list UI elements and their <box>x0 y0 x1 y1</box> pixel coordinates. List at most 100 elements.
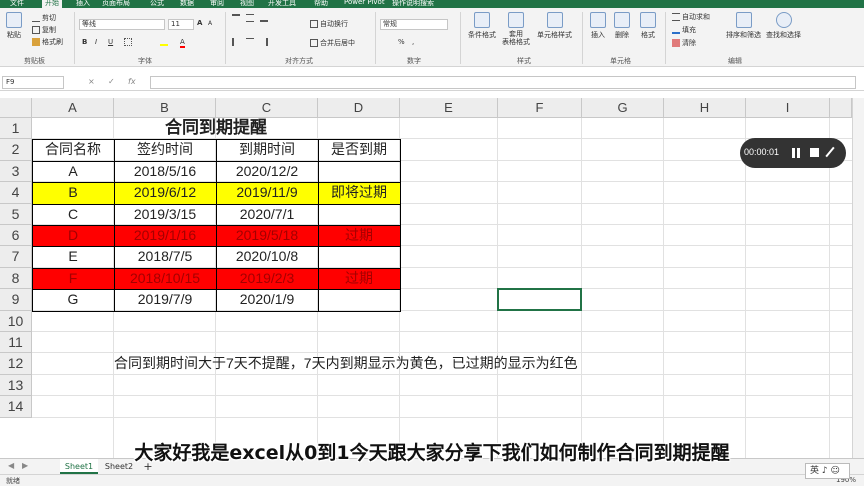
table-cell-name[interactable]: F <box>32 268 114 289</box>
menu-tab-0[interactable]: 文件 <box>10 0 24 8</box>
row-header-14[interactable]: 14 <box>0 396 32 418</box>
fx-icon[interactable]: fx <box>128 76 136 87</box>
menu-tab-7[interactable]: 视图 <box>240 0 254 8</box>
cancel-icon[interactable]: × <box>88 76 95 87</box>
table-cell-status[interactable] <box>318 204 400 225</box>
sort-filter-button[interactable]: 排序和筛选 <box>726 12 761 40</box>
table-cell-name[interactable]: C <box>32 204 114 225</box>
table-cell-status[interactable] <box>318 289 400 310</box>
table-cell-expire[interactable]: 2020/12/2 <box>216 161 318 182</box>
align-middle-button[interactable] <box>246 14 256 22</box>
table-cell-status[interactable]: 即将过期 <box>318 182 400 203</box>
underline-button[interactable]: U <box>108 38 113 46</box>
menu-tab-10[interactable]: Power Pivot <box>344 0 385 6</box>
header-cell[interactable]: 是否到期 <box>318 139 400 160</box>
header-cell[interactable]: 合同名称 <box>32 139 114 160</box>
table-cell-sign[interactable]: 2018/7/5 <box>114 246 216 267</box>
table-cell-expire[interactable]: 2019/5/18 <box>216 225 318 246</box>
number-format-select[interactable]: 常规 <box>380 19 448 30</box>
italic-button[interactable]: I <box>95 38 97 46</box>
stop-icon[interactable] <box>810 148 819 157</box>
column-header-i[interactable]: I <box>746 98 830 118</box>
autosum-button[interactable]: 自动求和 <box>672 12 710 22</box>
select-all-corner[interactable] <box>0 98 32 118</box>
merge-center-button[interactable]: 合并后居中 <box>310 38 355 48</box>
font-size-select[interactable]: 11 <box>168 19 194 30</box>
borders-button[interactable] <box>124 38 134 46</box>
table-cell-expire[interactable]: 2020/7/1 <box>216 204 318 225</box>
row-header-4[interactable]: 4 <box>0 182 32 204</box>
table-cell-name[interactable]: A <box>32 161 114 182</box>
menu-tab-8[interactable]: 开发工具 <box>268 0 296 8</box>
table-cell-expire[interactable]: 2020/1/9 <box>216 289 318 310</box>
column-header-f[interactable]: F <box>498 98 582 118</box>
align-center-button[interactable] <box>246 38 256 46</box>
delete-cells-button[interactable]: 删除 <box>614 12 630 40</box>
row-header-3[interactable]: 3 <box>0 160 32 183</box>
cell-styles-button[interactable]: 单元格样式 <box>537 12 572 40</box>
column-header-d[interactable]: D <box>318 98 400 118</box>
table-cell-sign[interactable]: 2018/5/16 <box>114 161 216 182</box>
name-box[interactable]: F9 <box>2 76 64 89</box>
column-header-g[interactable]: G <box>582 98 664 118</box>
align-bottom-button[interactable] <box>260 14 270 22</box>
paste-button[interactable]: 粘贴 <box>6 12 22 40</box>
header-cell[interactable]: 签约时间 <box>114 139 216 160</box>
row-header-10[interactable]: 10 <box>0 310 32 332</box>
row-header-11[interactable]: 11 <box>0 332 32 354</box>
pen-icon[interactable] <box>825 146 835 158</box>
menu-tab-2[interactable]: 插入 <box>76 0 90 8</box>
row-header-5[interactable]: 5 <box>0 203 32 225</box>
row-header-1[interactable]: 1 <box>0 118 32 140</box>
table-cell-name[interactable]: B <box>32 182 114 203</box>
table-cell-expire[interactable]: 2020/10/8 <box>216 246 318 267</box>
align-right-button[interactable] <box>260 38 270 46</box>
row-header-8[interactable]: 8 <box>0 267 32 290</box>
note-text[interactable]: 合同到期时间大于7天不提醒，7天内到期显示为黄色，已过期的显示为红色 <box>114 353 578 374</box>
column-header-b[interactable]: B <box>114 98 216 118</box>
column-header-c[interactable]: C <box>216 98 318 118</box>
menu-tab-5[interactable]: 数据 <box>180 0 194 8</box>
menu-tab-9[interactable]: 帮助 <box>314 0 328 8</box>
row-header-12[interactable]: 12 <box>0 353 32 375</box>
menu-tab-4[interactable]: 公式 <box>150 0 164 8</box>
table-cell-name[interactable]: D <box>32 225 114 246</box>
column-header-a[interactable]: A <box>32 98 114 118</box>
table-cell-name[interactable]: E <box>32 246 114 267</box>
table-cell-sign[interactable]: 2019/6/12 <box>114 182 216 203</box>
table-cell-status[interactable] <box>318 246 400 267</box>
align-top-button[interactable] <box>232 14 242 22</box>
row-header-6[interactable]: 6 <box>0 225 32 247</box>
grow-font-button[interactable]: A <box>197 19 202 27</box>
menu-tab-6[interactable]: 审阅 <box>210 0 224 8</box>
table-cell-expire[interactable]: 2019/11/9 <box>216 182 318 203</box>
find-select-button[interactable]: 查找和选择 <box>766 12 801 40</box>
copy-button[interactable]: 复制 <box>32 25 56 35</box>
insert-cells-button[interactable]: 插入 <box>590 12 606 40</box>
font-color-button[interactable]: A <box>180 38 185 48</box>
menu-tab-3[interactable]: 页面布局 <box>102 0 130 8</box>
check-icon[interactable]: ✓ <box>108 76 115 87</box>
row-header-2[interactable]: 2 <box>0 139 32 161</box>
table-cell-sign[interactable]: 2019/1/16 <box>114 225 216 246</box>
bold-button[interactable]: B <box>82 38 87 46</box>
row-header-7[interactable]: 7 <box>0 246 32 268</box>
menu-tab-1[interactable]: 开始 <box>42 0 62 8</box>
menu-tab-11[interactable]: 操作说明搜索 <box>392 0 434 8</box>
format-cells-button[interactable]: 格式 <box>640 12 656 40</box>
conditional-format-button[interactable]: 条件格式 <box>468 12 496 40</box>
shrink-font-button[interactable]: A <box>208 20 212 27</box>
ime-indicator[interactable]: 英 ♪ ☺ <box>805 463 850 479</box>
column-header-h[interactable]: H <box>664 98 746 118</box>
fill-button[interactable]: 填充 <box>672 25 696 35</box>
clear-button[interactable]: 清除 <box>672 38 696 48</box>
row-header-13[interactable]: 13 <box>0 374 32 397</box>
formula-input[interactable] <box>150 76 856 89</box>
font-name-select[interactable]: 等线 <box>79 19 165 30</box>
cut-button[interactable]: 剪切 <box>32 13 56 23</box>
spreadsheet-grid[interactable]: A B C D E F G H I 1 2 3 4 5 6 7 8 9 10 11 12 13 14 合同到期提醒 合同名称 签约… <box>0 98 852 458</box>
format-as-table-button[interactable]: 套用 表格格式 <box>502 12 530 46</box>
comma-button[interactable]: , <box>412 38 414 46</box>
column-header-j[interactable] <box>830 98 852 118</box>
column-header-e[interactable]: E <box>400 98 498 118</box>
